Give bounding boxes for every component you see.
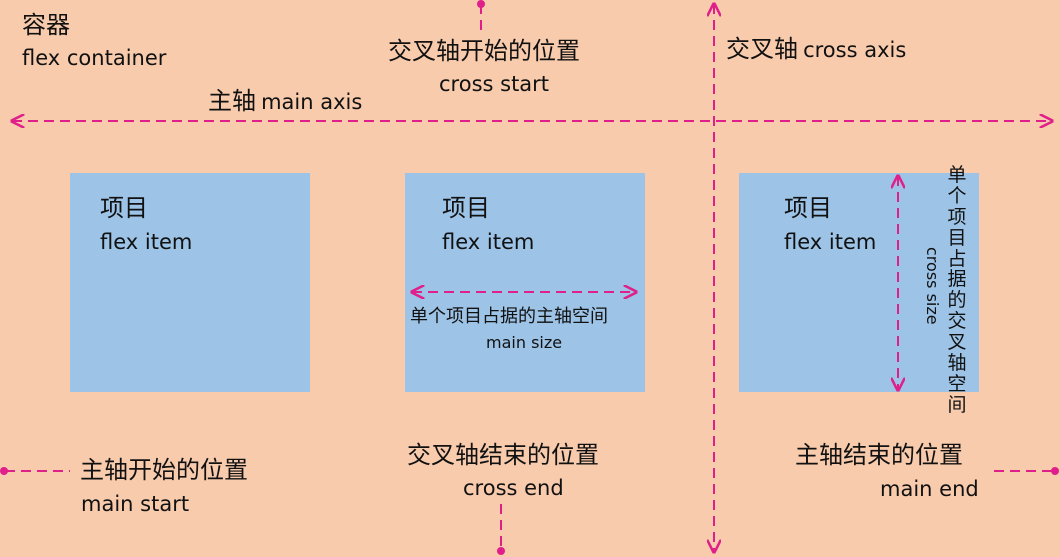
- cross-end-dot: [497, 547, 505, 555]
- main-start-dot: [0, 467, 8, 475]
- cross-start-dot: [477, 0, 485, 8]
- main-end-dot: [1051, 467, 1059, 475]
- flex-container-diagram: 容器 flex container 主轴 main axis 交叉轴开始的位置 …: [0, 0, 1060, 557]
- axis-lines: [0, 0, 1059, 555]
